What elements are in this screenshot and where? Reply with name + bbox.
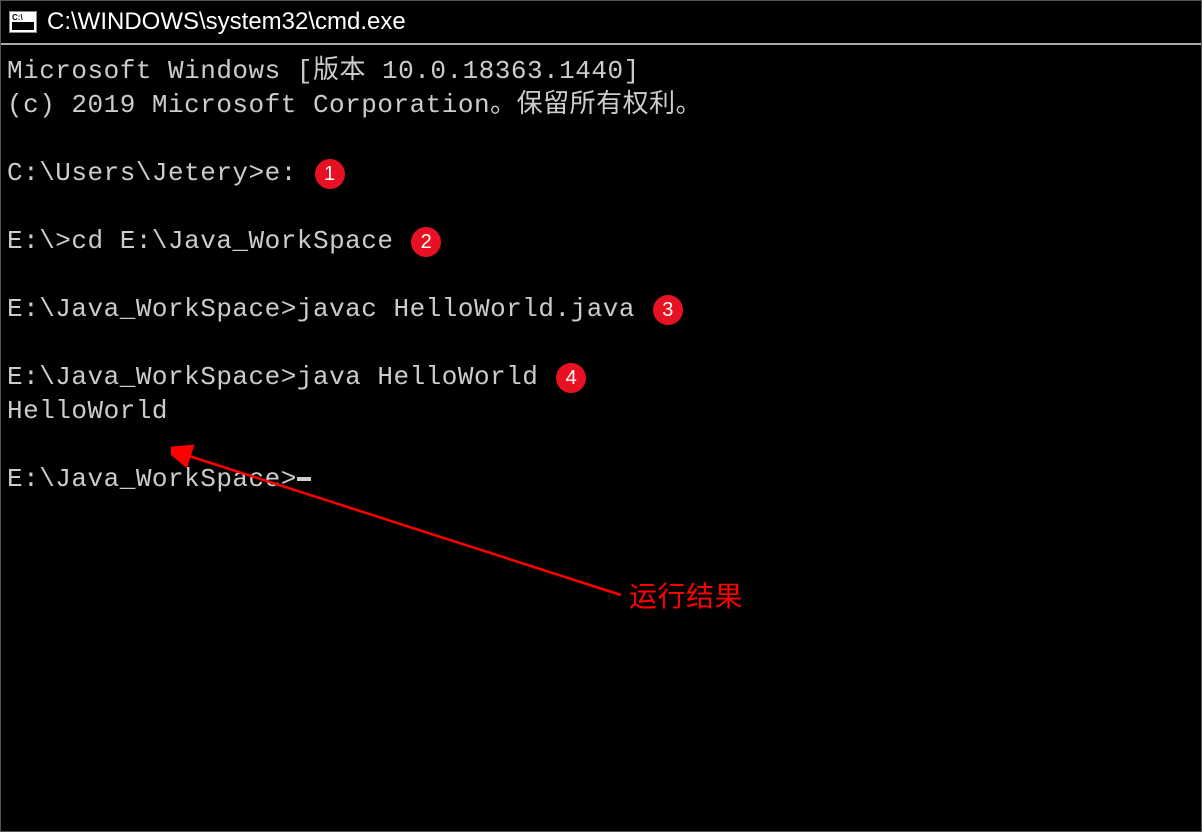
command-text: java HelloWorld	[297, 361, 539, 395]
blank-line	[7, 191, 1195, 225]
version-line: Microsoft Windows [版本 10.0.18363.1440]	[7, 55, 1195, 89]
step-badge-3: 3	[653, 295, 683, 325]
prompt-text: E:\Java_WorkSpace>	[7, 463, 297, 497]
blank-line	[7, 327, 1195, 361]
step-badge-2: 2	[411, 227, 441, 257]
prompt-text: E:\Java_WorkSpace>	[7, 293, 297, 327]
prompt-line-1: C:\Users\Jetery>e: 1	[7, 157, 1195, 191]
output-line: HelloWorld	[7, 395, 1195, 429]
blank-line	[7, 123, 1195, 157]
step-badge-1: 1	[315, 159, 345, 189]
prompt-line-2: E:\>cd E:\Java_WorkSpace 2	[7, 225, 1195, 259]
cmd-window: C:\WINDOWS\system32\cmd.exe Microsoft Wi…	[0, 0, 1202, 832]
command-text: javac HelloWorld.java	[297, 293, 635, 327]
blank-line	[7, 429, 1195, 463]
command-text: e:	[265, 157, 297, 191]
blank-line	[7, 259, 1195, 293]
prompt-text: E:\Java_WorkSpace>	[7, 361, 297, 395]
prompt-line-3: E:\Java_WorkSpace>javac HelloWorld.java …	[7, 293, 1195, 327]
cursor	[297, 477, 311, 481]
copyright-line: (c) 2019 Microsoft Corporation。保留所有权利。	[7, 89, 1195, 123]
titlebar[interactable]: C:\WINDOWS\system32\cmd.exe	[1, 1, 1201, 45]
step-badge-4: 4	[556, 363, 586, 393]
prompt-text: C:\Users\Jetery>	[7, 157, 265, 191]
prompt-text: E:\>	[7, 225, 71, 259]
prompt-line-4: E:\Java_WorkSpace>java HelloWorld 4	[7, 361, 1195, 395]
command-text: cd E:\Java_WorkSpace	[71, 225, 393, 259]
final-prompt-line: E:\Java_WorkSpace>	[7, 463, 1195, 497]
cmd-icon	[9, 11, 37, 33]
annotation-label: 运行结果	[629, 579, 743, 615]
window-title: C:\WINDOWS\system32\cmd.exe	[47, 8, 406, 36]
terminal-body[interactable]: Microsoft Windows [版本 10.0.18363.1440] (…	[1, 45, 1201, 507]
